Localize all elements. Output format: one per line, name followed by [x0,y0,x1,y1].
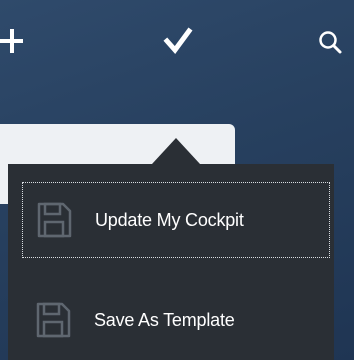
plus-icon[interactable] [0,26,40,66]
top-toolbar [0,0,354,90]
save-as-template-button[interactable]: Save As Template [22,282,330,358]
floppy-disk-icon [34,301,72,339]
menu-item-label: Save As Template [94,309,235,330]
popover-arrow [152,138,200,164]
checkmark-icon[interactable] [160,26,200,66]
search-icon[interactable] [314,26,354,66]
floppy-disk-icon [35,201,73,239]
update-my-cockpit-button[interactable]: Update My Cockpit [22,182,330,258]
menu-item-label: Update My Cockpit [95,209,244,230]
